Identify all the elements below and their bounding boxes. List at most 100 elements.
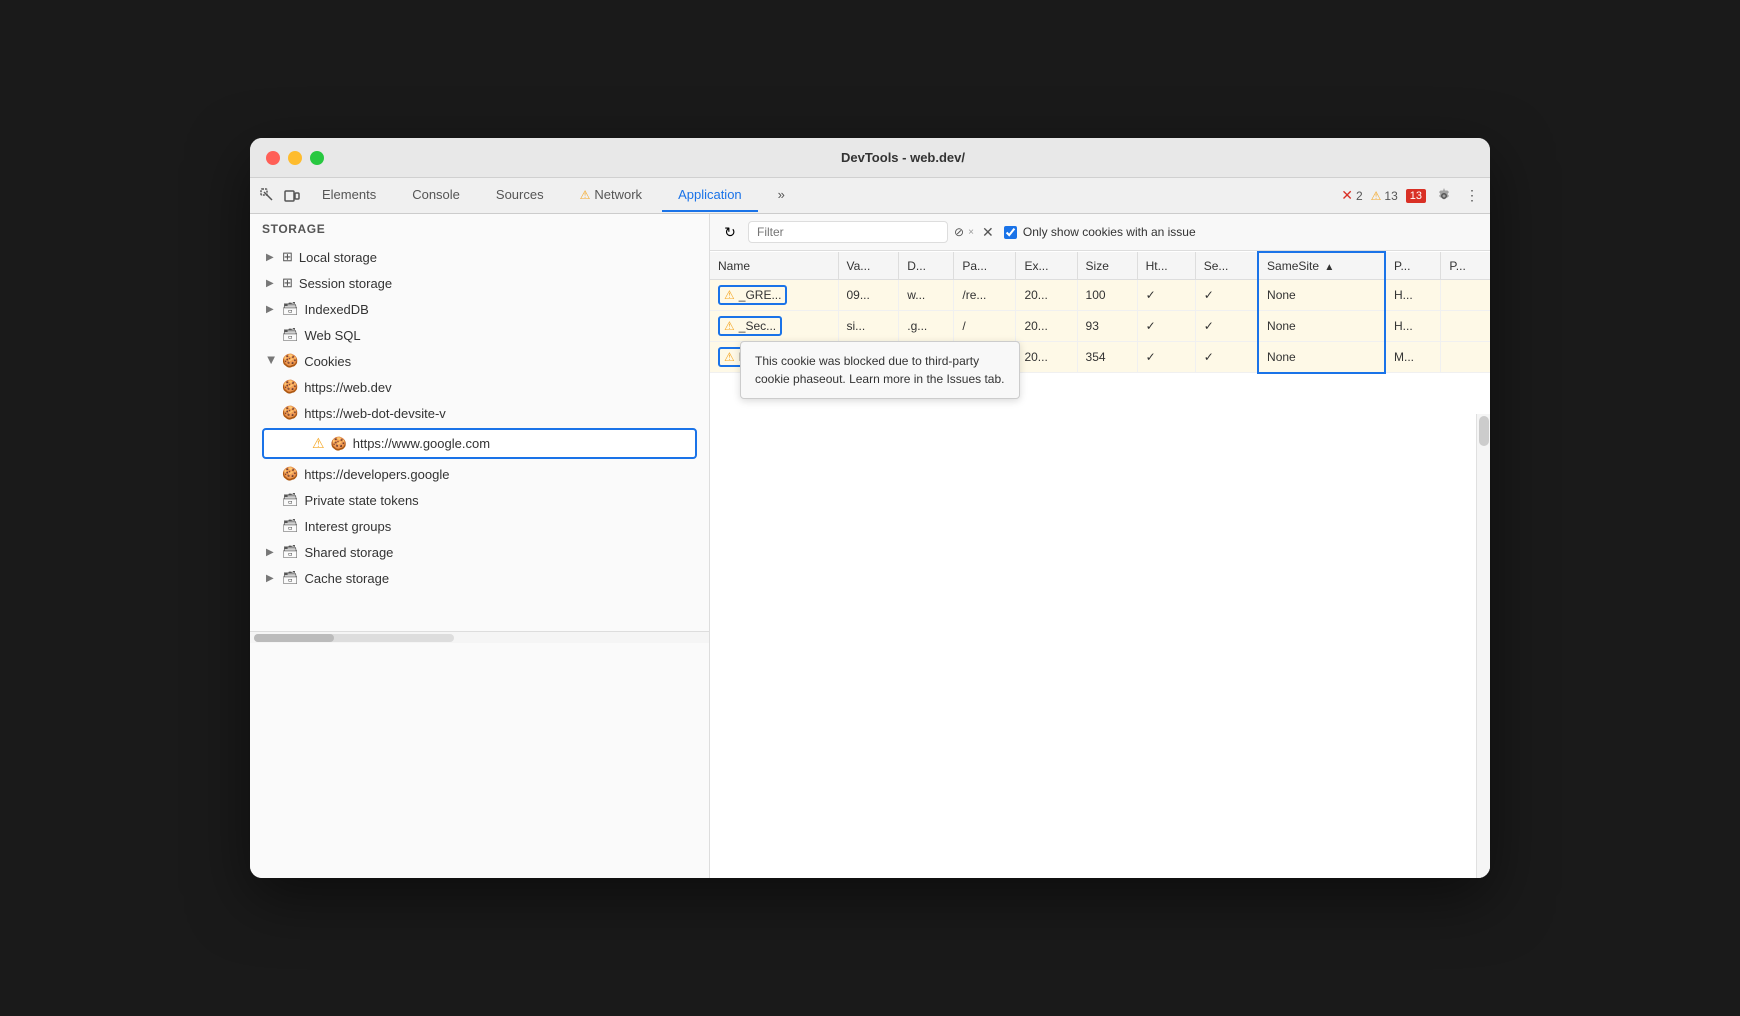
sidebar-item-cache-storage[interactable]: ▶ 🗃 Cache storage bbox=[250, 565, 709, 591]
sidebar-item-shared-storage[interactable]: ▶ 🗃 Shared storage bbox=[250, 539, 709, 565]
scrollbar-track bbox=[254, 634, 454, 642]
scrollbar-thumb[interactable] bbox=[254, 634, 334, 642]
db-icon: 🗃 bbox=[282, 570, 299, 586]
cell-secure: ✓ bbox=[1195, 342, 1258, 373]
sidebar-item-interest-groups[interactable]: ▶ 🗃 Interest groups bbox=[250, 513, 709, 539]
settings-icon[interactable] bbox=[1434, 186, 1454, 206]
cell-p2 bbox=[1441, 280, 1490, 311]
subscript-icon: × bbox=[968, 227, 974, 238]
col-secure[interactable]: Se... bbox=[1195, 252, 1258, 280]
cell-secure: ✓ bbox=[1195, 280, 1258, 311]
arrow-icon: ▶ bbox=[266, 252, 276, 263]
show-issues-checkbox[interactable] bbox=[1004, 226, 1017, 239]
tab-console[interactable]: Console bbox=[396, 179, 476, 212]
sidebar-item-cookie-developers[interactable]: 🍪 https://developers.google bbox=[250, 461, 709, 487]
db-icon: 🗃 bbox=[282, 327, 299, 343]
refresh-button[interactable]: ↻ bbox=[718, 220, 742, 244]
col-samesite[interactable]: SameSite ▲ bbox=[1258, 252, 1385, 280]
col-size[interactable]: Size bbox=[1077, 252, 1137, 280]
arrow-icon: ▶ bbox=[266, 356, 277, 366]
more-icon[interactable]: ⋮ bbox=[1462, 186, 1482, 206]
cell-domain: w... bbox=[899, 280, 954, 311]
cell-size: 100 bbox=[1077, 280, 1137, 311]
arrow-icon: ▶ bbox=[266, 573, 276, 584]
tab-more[interactable]: » bbox=[762, 179, 801, 212]
cookie-icon: 🍪 bbox=[282, 466, 298, 482]
cell-p1: M... bbox=[1385, 342, 1441, 373]
devtools-container: Elements Console Sources ⚠ Network Appli… bbox=[250, 178, 1490, 878]
panel-toolbar: ↻ ⊘ × ✕ Only show cookies with an issue bbox=[710, 214, 1490, 251]
close-filter-button[interactable]: ✕ bbox=[978, 222, 998, 242]
cell-samesite: None bbox=[1258, 342, 1385, 373]
cell-path: / bbox=[954, 311, 1016, 342]
sidebar-item-local-storage[interactable]: ▶ ⊞ Local storage bbox=[250, 244, 709, 270]
tab-network[interactable]: ⚠ Network bbox=[564, 179, 658, 212]
tab-sources[interactable]: Sources bbox=[480, 179, 560, 212]
sidebar-item-cookie-webdotdev[interactable]: 🍪 https://web-dot-devsite-v bbox=[250, 400, 709, 426]
table-row[interactable]: ⚠ _Sec... si... .g... / 20... 93 ✓ bbox=[710, 311, 1490, 342]
db-icon: 🗃 bbox=[282, 544, 299, 560]
arrow-icon: ▶ bbox=[266, 547, 276, 558]
row-warning-icon: ⚠ bbox=[724, 350, 735, 364]
tab-elements[interactable]: Elements bbox=[306, 179, 392, 212]
arrow-icon: ▶ bbox=[266, 304, 276, 315]
cookie-icon: 🍪 bbox=[282, 353, 298, 369]
panel-scrollbar-thumb[interactable] bbox=[1479, 416, 1489, 446]
row-warning-icon: ⚠ bbox=[724, 319, 735, 333]
title-bar: DevTools - web.dev/ bbox=[250, 138, 1490, 178]
filter-input[interactable] bbox=[748, 221, 948, 243]
cell-name: ⚠ _GRE... bbox=[710, 280, 838, 311]
col-p1[interactable]: P... bbox=[1385, 252, 1441, 280]
cell-expires: 20... bbox=[1016, 342, 1077, 373]
db-icon: 🗃 bbox=[282, 492, 299, 508]
filter-clear-icon[interactable]: ⊘ bbox=[954, 225, 964, 239]
storage-section-header: Storage bbox=[250, 214, 709, 244]
tab-application[interactable]: Application bbox=[662, 179, 758, 212]
cell-p1: H... bbox=[1385, 311, 1441, 342]
col-httponly[interactable]: Ht... bbox=[1137, 252, 1195, 280]
col-expires[interactable]: Ex... bbox=[1016, 252, 1077, 280]
sort-arrow-icon: ▲ bbox=[1324, 262, 1334, 273]
sidebar-item-web-sql[interactable]: ▶ 🗃 Web SQL bbox=[250, 322, 709, 348]
sidebar-scrollbar[interactable] bbox=[250, 631, 709, 643]
table-row[interactable]: ⚠ _GRE... 09... w... /re... 20... 100 ✓ bbox=[710, 280, 1490, 311]
cell-expires: 20... bbox=[1016, 311, 1077, 342]
filter-controls: ⊘ × ✕ bbox=[954, 222, 998, 242]
show-issues-checkbox-label[interactable]: Only show cookies with an issue bbox=[1004, 225, 1196, 239]
minimize-button[interactable] bbox=[288, 151, 302, 165]
cell-value: si... bbox=[838, 311, 899, 342]
cell-domain: .g... bbox=[899, 311, 954, 342]
col-p2[interactable]: P... bbox=[1441, 252, 1490, 280]
device-icon[interactable] bbox=[282, 186, 302, 206]
traffic-lights bbox=[266, 151, 324, 165]
sidebar-item-google-wrapper: ⚠ 🍪 https://www.google.com bbox=[250, 426, 709, 461]
cell-p2 bbox=[1441, 342, 1490, 373]
cell-httponly: ✓ bbox=[1137, 342, 1195, 373]
sidebar-item-private-state[interactable]: ▶ 🗃 Private state tokens bbox=[250, 487, 709, 513]
warning-badge: ⚠ 13 bbox=[1371, 189, 1398, 203]
sidebar-item-cookie-webdev[interactable]: 🍪 https://web.dev bbox=[250, 374, 709, 400]
cell-name-value: _GRE... bbox=[739, 288, 782, 302]
col-name[interactable]: Name bbox=[710, 252, 838, 280]
maximize-button[interactable] bbox=[310, 151, 324, 165]
error-badge: ✕ 2 bbox=[1341, 187, 1362, 204]
cookie-icon: 🍪 bbox=[282, 379, 298, 395]
cell-p2 bbox=[1441, 311, 1490, 342]
inspect-icon[interactable] bbox=[258, 186, 278, 206]
sidebar: Storage ▶ ⊞ Local storage ▶ ⊞ Session st… bbox=[250, 214, 710, 878]
sidebar-item-cookies[interactable]: ▶ 🍪 Cookies bbox=[250, 348, 709, 374]
sidebar-item-cookie-google[interactable]: ⚠ 🍪 https://www.google.com bbox=[262, 428, 697, 459]
panel-scrollbar[interactable] bbox=[1476, 414, 1490, 878]
cell-httponly: ✓ bbox=[1137, 280, 1195, 311]
cell-name-value: _Sec... bbox=[739, 319, 776, 333]
arrow-icon: ▶ bbox=[266, 278, 276, 289]
tab-bar: Elements Console Sources ⚠ Network Appli… bbox=[250, 178, 1490, 214]
warning-triangle-icon: ⚠ bbox=[312, 435, 325, 452]
col-path[interactable]: Pa... bbox=[954, 252, 1016, 280]
close-button[interactable] bbox=[266, 151, 280, 165]
sidebar-item-indexeddb[interactable]: ▶ 🗃 IndexedDB bbox=[250, 296, 709, 322]
col-domain[interactable]: D... bbox=[899, 252, 954, 280]
cookie-icon: 🍪 bbox=[282, 405, 298, 421]
sidebar-item-session-storage[interactable]: ▶ ⊞ Session storage bbox=[250, 270, 709, 296]
col-value[interactable]: Va... bbox=[838, 252, 899, 280]
